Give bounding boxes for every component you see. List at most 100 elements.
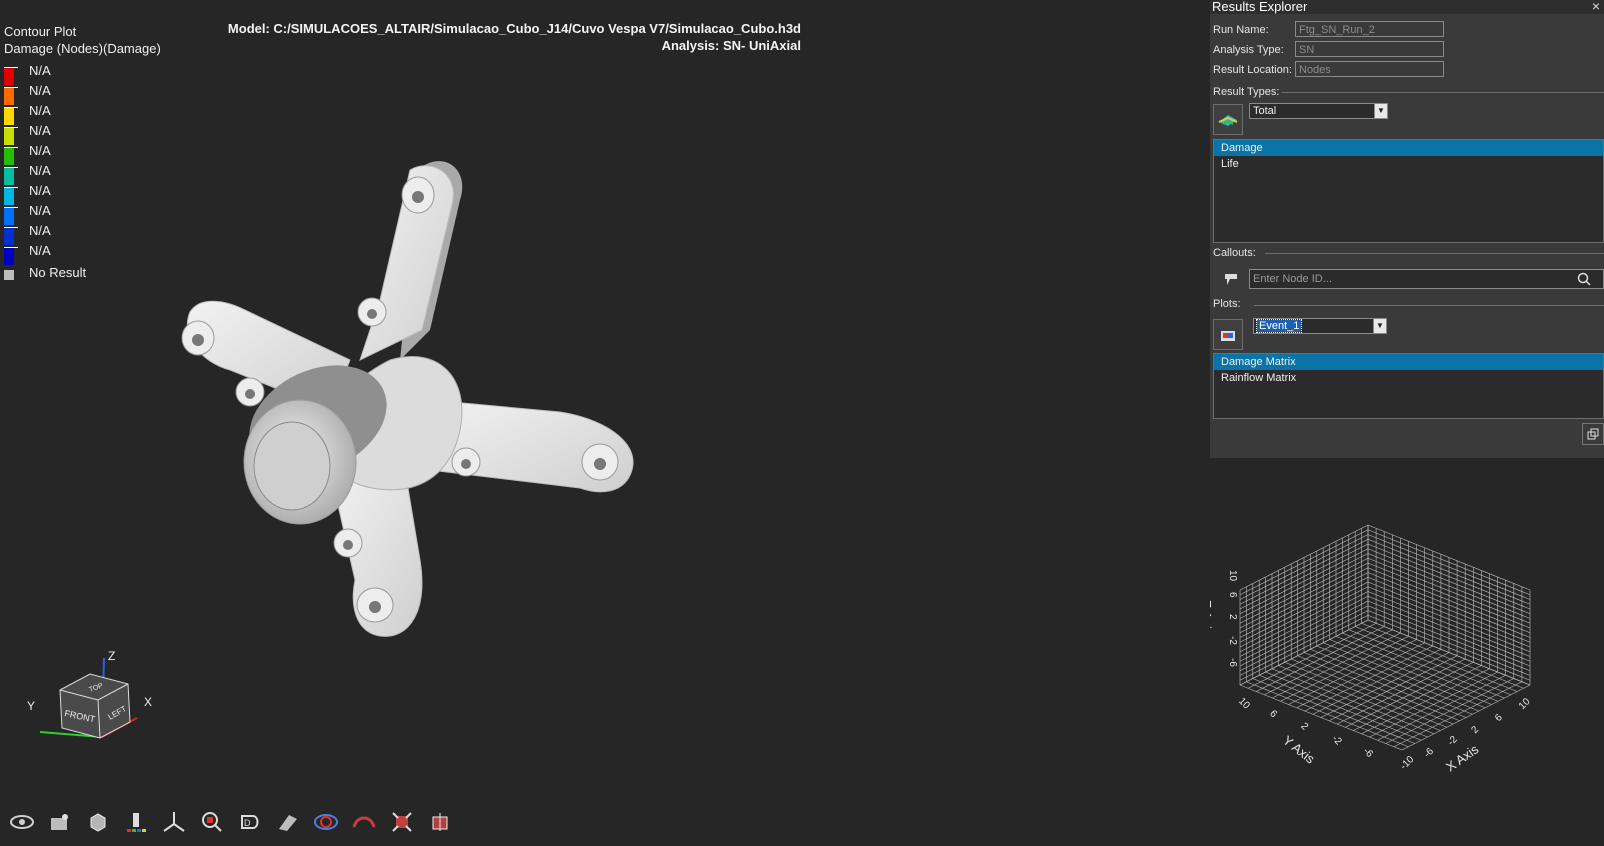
legend-entry: N/A [4, 103, 161, 125]
legend-swatch [4, 247, 18, 265]
zoom-icon[interactable] [198, 808, 225, 835]
list-item[interactable]: Damage Matrix [1214, 354, 1603, 370]
legend-entry: N/A [4, 63, 161, 85]
legend-entry: N/A [4, 163, 161, 185]
fit-icon[interactable] [388, 808, 415, 835]
result-types-dropdown[interactable]: Total ▼ [1249, 103, 1388, 119]
triad-x-label: X [144, 695, 152, 709]
z-tick-label: 6 [1227, 592, 1238, 598]
cube-icon[interactable] [84, 808, 111, 835]
3d-view-icon[interactable]: D [236, 808, 263, 835]
triad-z-label: Z [108, 650, 115, 663]
list-item[interactable]: Rainflow Matrix [1214, 370, 1603, 386]
bottom-toolbar: D [8, 808, 453, 835]
contour-legend: Contour Plot Damage (Nodes)(Damage) N/A N… [4, 23, 161, 283]
no-result-label: No Result [29, 265, 87, 280]
result-location-field[interactable]: Nodes [1295, 61, 1444, 77]
z-axis-label: Z Axis [1210, 600, 1214, 636]
legend-no-result: No Result [4, 265, 161, 283]
z-tick-label: -6 [1227, 658, 1238, 667]
deform-icon[interactable] [350, 808, 377, 835]
plot-list: Damage Matrix Rainflow Matrix [1213, 353, 1604, 419]
legend-value: N/A [29, 83, 51, 98]
result-types-value: Total [1253, 105, 1277, 117]
legend-entry: N/A [4, 203, 161, 225]
legend-entry: N/A [4, 183, 161, 205]
search-icon[interactable] [1577, 272, 1591, 293]
list-item[interactable]: Life [1214, 156, 1603, 172]
legend-entry: N/A [4, 123, 161, 145]
legend-value: N/A [29, 63, 51, 78]
morph-icon[interactable] [312, 808, 339, 835]
view-triad[interactable]: FRONT LEFT TOP Z Y X [20, 649, 170, 763]
result-types-label: Result Types: [1213, 86, 1280, 98]
triad-y-label: Y [27, 699, 35, 713]
x-tick-label: 10 [1517, 696, 1533, 712]
chevron-down-icon: ▼ [1374, 104, 1387, 118]
run-name-label: Run Name: [1213, 24, 1269, 36]
legend-entry: N/A [4, 83, 161, 105]
legend-value: N/A [29, 163, 51, 178]
x-tick-label: -10 [1398, 754, 1416, 772]
legend-entry: N/A [4, 143, 161, 165]
result-location-label: Result Location: [1213, 64, 1292, 76]
plot-type-icon[interactable] [1213, 319, 1243, 350]
y-tick-label: 6 [1267, 708, 1279, 720]
legend-value: N/A [29, 243, 51, 258]
model-info: Model: C:/SIMULACOES_ALTAIR/Simulacao_Cu… [228, 20, 801, 54]
legend-subtitle: Damage (Nodes)(Damage) [4, 41, 161, 56]
callout-icon[interactable] [1224, 272, 1238, 289]
legend-title: Contour Plot [4, 24, 77, 39]
svg-text:D: D [244, 818, 251, 828]
hub-model[interactable] [160, 140, 720, 660]
section-icon[interactable] [274, 808, 301, 835]
panel-title: Results Explorer [1210, 0, 1604, 14]
x-tick-label: 2 [1469, 724, 1481, 736]
contour-icon[interactable] [122, 808, 149, 835]
legend-value: N/A [29, 143, 51, 158]
z-tick-label: 2 [1227, 614, 1238, 620]
damage-matrix-3d-plot[interactable]: 1062-2-61062-2-6-10-6-22610Z AxisY AxisX… [1199, 500, 1590, 793]
y-tick-label: 10 [1236, 696, 1252, 712]
legend-value: N/A [29, 203, 51, 218]
eye-icon[interactable] [8, 808, 35, 835]
result-type-icon[interactable] [1213, 104, 1243, 135]
x-tick-label: -6 [1422, 746, 1436, 760]
analysis-type-label: Analysis Type: [1213, 44, 1284, 56]
plots-dropdown[interactable]: Event_1 ▼ [1253, 318, 1387, 334]
axis-icon[interactable] [160, 808, 187, 835]
result-list: Damage Life [1213, 139, 1604, 243]
z-tick-label: 10 [1227, 570, 1238, 582]
node-id-input[interactable]: Enter Node ID... [1249, 269, 1604, 289]
list-item[interactable]: Damage [1214, 140, 1603, 156]
legend-value: N/A [29, 183, 51, 198]
analysis-type-field[interactable]: SN [1295, 41, 1444, 57]
graphics-viewport[interactable]: Contour Plot Damage (Nodes)(Damage) N/A N… [0, 0, 1210, 846]
run-name-field[interactable]: Ftg_SN_Run_2 [1295, 21, 1444, 37]
legend-value: N/A [29, 123, 51, 138]
close-icon[interactable]: × [1592, 0, 1600, 14]
y-tick-label: 2 [1298, 721, 1310, 733]
legend-entry: N/A [4, 223, 161, 245]
z-tick-label: -2 [1227, 636, 1238, 645]
plots-label: Plots: [1213, 298, 1241, 310]
model-path: Model: C:/SIMULACOES_ALTAIR/Simulacao_Cu… [227, 21, 801, 36]
x-tick-label: 6 [1493, 712, 1505, 724]
x-tick-label: -2 [1446, 734, 1460, 748]
legend-value: N/A [29, 223, 51, 238]
chevron-down-icon: ▼ [1373, 319, 1386, 333]
camera-icon[interactable] [46, 808, 73, 835]
no-result-swatch [4, 270, 14, 280]
callouts-label: Callouts: [1213, 247, 1256, 259]
x-axis-label: X Axis [1443, 741, 1482, 774]
results-explorer-panel: Results Explorer × Run Name: Ftg_SN_Run_… [1210, 0, 1604, 458]
y-tick-label: -2 [1330, 733, 1344, 747]
undock-icon[interactable] [1582, 423, 1604, 445]
node-id-placeholder: Enter Node ID... [1253, 273, 1332, 285]
legend-value: N/A [29, 103, 51, 118]
y-axis-label: Y Axis [1280, 733, 1318, 767]
plots-value: Event_1 [1255, 319, 1303, 333]
analysis-name: Analysis: SN- UniAxial [661, 38, 801, 53]
box-icon[interactable] [426, 808, 453, 835]
y-tick-label: -6 [1361, 746, 1375, 760]
